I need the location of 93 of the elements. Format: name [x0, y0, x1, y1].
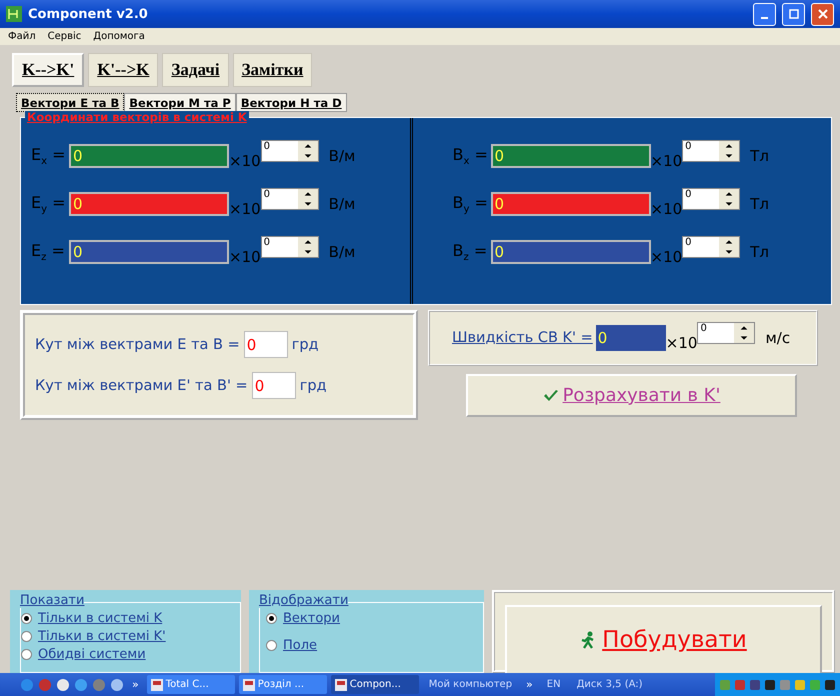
window-icon — [242, 678, 255, 690]
taskbar-button[interactable]: Розділ ... — [238, 675, 327, 694]
quick-launch-icon[interactable] — [74, 678, 88, 692]
unit-label: Тл — [750, 243, 769, 261]
toolbar-label: Мой компьютер — [428, 679, 512, 690]
running-figure-icon — [580, 631, 596, 649]
window-icon — [150, 678, 163, 690]
radio-option[interactable]: Поле — [266, 638, 483, 653]
sub-tab[interactable]: Вектори H та D — [236, 93, 347, 112]
radio-option[interactable]: Тільки в системі K — [21, 611, 240, 626]
value-field[interactable]: 0 — [69, 240, 229, 264]
exponent-spinner[interactable]: 0 — [260, 236, 319, 258]
multiplier-label: ×10 — [650, 248, 682, 266]
window-title: Component v2.0 — [28, 6, 149, 22]
main-tab[interactable]: Задачі — [162, 53, 229, 87]
close-icon — [818, 9, 828, 19]
multiplier-label: ×10 — [229, 200, 261, 218]
exponent-spinner[interactable]: 0 — [682, 140, 740, 162]
multiplier-label: ×10 — [650, 200, 682, 218]
calculate-button[interactable]: Розрахувати в K' — [466, 374, 797, 417]
unit-label: В/м — [328, 243, 356, 261]
main-tab[interactable]: Замітки — [232, 53, 312, 87]
value-field[interactable]: 0 — [490, 192, 650, 216]
menu-item[interactable]: Сервіс — [48, 31, 82, 42]
menu-item[interactable]: Файл — [8, 31, 36, 42]
component-label: E$_{x}$ = — [31, 144, 67, 168]
tray-icon[interactable] — [764, 678, 776, 690]
main-tab[interactable]: K'-->K — [88, 53, 158, 87]
exponent-spinner[interactable]: 0 — [697, 322, 756, 344]
value-field[interactable]: 0 — [490, 144, 650, 168]
taskbar-button[interactable]: Total C... — [146, 675, 235, 694]
component-label: B$_{z}$ = — [452, 240, 488, 264]
speed-field[interactable]: 0 — [596, 325, 666, 351]
group-title: Показати — [20, 594, 84, 608]
minimize-button[interactable] — [753, 2, 776, 26]
value-field[interactable]: 0 — [69, 192, 229, 216]
group-title: Координати векторів в системі K — [25, 111, 249, 124]
maximize-icon — [788, 9, 798, 19]
angle-field[interactable]: 0 — [244, 331, 288, 358]
taskbar-button[interactable]: Compon... — [330, 675, 419, 694]
quick-launch-icon[interactable] — [56, 678, 70, 692]
sub-tab[interactable]: Вектори E та B — [16, 93, 124, 112]
tray-icon[interactable] — [824, 678, 836, 690]
main-tab[interactable]: K-->K' — [12, 53, 84, 87]
radio-button[interactable] — [21, 649, 32, 660]
build-button[interactable]: Побудувати — [505, 605, 822, 675]
angle-label: Кут між вектрами E та B = — [35, 336, 240, 352]
component-label: B$_{x}$ = — [452, 144, 489, 168]
menu-item[interactable]: Допомога — [93, 31, 145, 42]
chevron[interactable]: » — [526, 678, 533, 691]
speed-label: Швидкість СВ K' = — [452, 330, 593, 346]
window-icon — [334, 678, 347, 690]
close-button[interactable] — [811, 2, 834, 26]
value-field[interactable]: 0 — [490, 240, 650, 264]
angle-label: Кут між вектрами E' та B' = — [35, 378, 248, 394]
sub-tab[interactable]: Вектори M та P — [124, 93, 236, 112]
value-field[interactable]: 0 — [69, 144, 229, 168]
group-title: Відображати — [259, 594, 348, 608]
radio-button[interactable] — [266, 613, 277, 624]
quick-launch-icon[interactable] — [110, 678, 124, 692]
exponent-spinner[interactable]: 0 — [260, 188, 319, 210]
unit-label: грд — [300, 378, 327, 394]
checkmark-icon — [542, 388, 559, 402]
radio-button[interactable] — [21, 613, 32, 624]
component-label: E$_{y}$ = — [31, 192, 67, 216]
unit-label: м/с — [765, 329, 790, 347]
app-icon — [6, 6, 22, 22]
multiplier-label: ×10 — [666, 334, 698, 352]
radio-option[interactable]: Обидві системи — [21, 647, 240, 662]
radio-option[interactable]: Тільки в системі K' — [21, 629, 240, 644]
tray-icon[interactable] — [749, 678, 761, 690]
multiplier-label: ×10 — [229, 248, 261, 266]
language-indicator[interactable]: EN — [546, 679, 561, 690]
toolbar-label: Диск 3,5 (A:) — [576, 679, 643, 690]
exponent-spinner[interactable]: 0 — [682, 236, 740, 258]
maximize-button[interactable] — [782, 2, 805, 26]
unit-label: В/м — [328, 147, 356, 165]
unit-label: Тл — [750, 195, 769, 213]
minimize-icon — [761, 16, 768, 18]
exponent-spinner[interactable]: 0 — [260, 140, 319, 162]
angle-field[interactable]: 0 — [252, 372, 296, 399]
unit-label: Тл — [750, 147, 769, 165]
exponent-spinner[interactable]: 0 — [682, 188, 740, 210]
radio-button[interactable] — [21, 631, 32, 642]
multiplier-label: ×10 — [650, 152, 682, 170]
component-label: E$_{z}$ = — [31, 240, 66, 264]
radio-button[interactable] — [266, 640, 277, 651]
radio-option[interactable]: Вектори — [266, 611, 483, 626]
chevron[interactable]: » — [132, 678, 139, 691]
unit-label: В/м — [328, 195, 356, 213]
multiplier-label: ×10 — [229, 152, 261, 170]
unit-label: грд — [292, 336, 319, 352]
component-label: B$_{y}$ = — [452, 192, 489, 216]
